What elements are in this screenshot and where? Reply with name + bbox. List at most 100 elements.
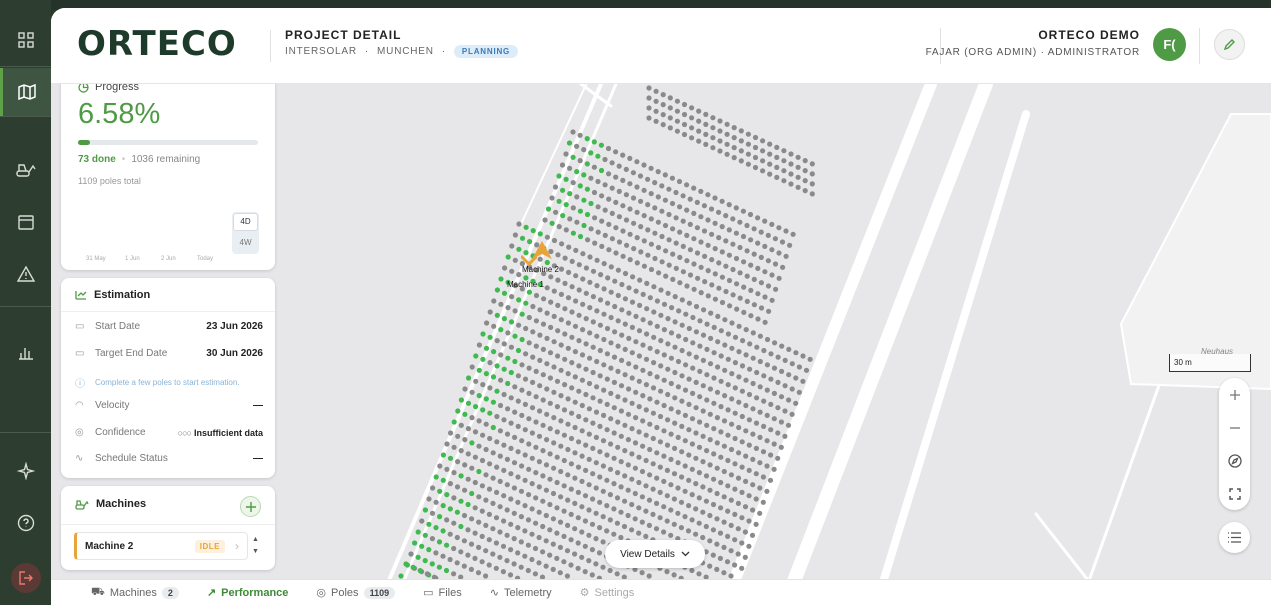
tab-performance[interactable]: ↗ Performance xyxy=(207,586,288,600)
avatar[interactable]: F( xyxy=(1153,28,1186,61)
pole-marker xyxy=(530,379,536,385)
pole-marker xyxy=(718,479,724,486)
pole-marker xyxy=(707,462,713,468)
scroll-down-icon[interactable]: ▼ xyxy=(252,546,259,558)
pole-marker xyxy=(537,357,543,363)
pole-marker xyxy=(675,384,682,390)
pole-marker xyxy=(615,394,621,400)
scroll-up-icon[interactable]: ▲ xyxy=(252,534,259,546)
grid-icon[interactable] xyxy=(0,16,51,64)
pole-marker xyxy=(508,445,514,451)
compass-button[interactable] xyxy=(1219,444,1250,477)
pole-marker xyxy=(573,273,579,279)
pole-marker xyxy=(601,362,607,368)
pole-marker xyxy=(729,371,735,377)
pole-marker xyxy=(755,240,761,246)
pole-marker xyxy=(648,216,654,222)
pole-marker xyxy=(714,415,721,421)
zoom-in-button[interactable] xyxy=(1219,378,1250,411)
tab-telemetry[interactable]: ∿ Telemetry xyxy=(490,586,552,600)
pole-marker xyxy=(558,468,564,475)
list-button[interactable] xyxy=(1219,522,1250,553)
pole-marker xyxy=(568,511,574,517)
expand-icon xyxy=(1228,487,1241,500)
pole-marker xyxy=(655,194,661,200)
pole-marker xyxy=(576,363,582,369)
fit-bounds-button[interactable] xyxy=(1219,477,1250,510)
pole-marker xyxy=(540,448,546,454)
pole-marker xyxy=(788,151,794,157)
tab-files[interactable]: ▭ Files xyxy=(423,586,462,600)
pole-marker xyxy=(639,494,646,500)
pole-marker xyxy=(765,258,772,264)
pole-marker xyxy=(526,441,532,447)
brand-logo: ORTECO xyxy=(77,24,237,64)
pole-marker xyxy=(602,182,608,188)
pole-marker xyxy=(604,325,611,332)
pole-marker xyxy=(512,434,518,440)
pole-marker xyxy=(667,115,673,121)
pole-marker xyxy=(670,226,676,232)
pole-marker xyxy=(540,523,546,530)
excavator-icon[interactable] xyxy=(0,146,51,194)
pole-marker xyxy=(689,125,695,131)
pole-marker xyxy=(668,482,674,488)
sparkle-icon[interactable] xyxy=(0,447,51,495)
pole-marker xyxy=(540,321,547,327)
edit-button[interactable] xyxy=(1214,29,1245,60)
range-4d-button[interactable]: 4D xyxy=(233,213,258,231)
pole-marker xyxy=(522,503,528,509)
tab-poles[interactable]: ◎ Poles 1109 xyxy=(316,586,396,599)
pole-marker xyxy=(676,308,682,314)
pole-marker xyxy=(611,354,618,360)
pole-marker xyxy=(721,570,727,576)
pole-marker xyxy=(551,440,557,446)
pole-marker xyxy=(654,323,660,329)
pole-marker xyxy=(732,360,739,366)
tab-settings[interactable]: ⚙ Settings xyxy=(580,586,635,600)
pole-marker xyxy=(554,505,560,511)
pole-marker xyxy=(690,365,696,371)
machine-list-item[interactable]: Machine 2 IDLE › xyxy=(74,532,248,560)
pole-marker xyxy=(772,261,779,267)
pole-marker xyxy=(508,395,514,401)
pole-marker xyxy=(609,210,615,216)
calendar-icon[interactable] xyxy=(0,198,51,246)
pole-marker xyxy=(689,115,695,121)
pole-marker xyxy=(518,488,525,494)
pole-marker xyxy=(604,427,610,433)
bar-chart-icon[interactable] xyxy=(0,328,51,376)
pole-marker xyxy=(643,457,649,464)
range-4w-button[interactable]: 4W xyxy=(233,234,258,252)
pole-marker xyxy=(786,397,792,403)
pole-marker xyxy=(764,412,770,418)
warning-icon[interactable] xyxy=(0,250,51,298)
pole-marker xyxy=(658,338,664,344)
help-icon[interactable] xyxy=(0,499,51,547)
pole-marker xyxy=(494,287,500,293)
logout-icon[interactable] xyxy=(10,563,41,593)
pole-marker xyxy=(767,151,773,157)
pole-marker xyxy=(661,352,667,358)
folder-icon: ▭ xyxy=(423,587,434,599)
pole-marker xyxy=(675,460,681,466)
pole-marker xyxy=(436,539,443,545)
view-details-button[interactable]: View Details xyxy=(605,540,705,568)
pole-marker xyxy=(641,162,647,168)
pole-marker xyxy=(662,222,669,229)
pole-marker xyxy=(691,286,697,292)
pole-marker xyxy=(748,313,754,319)
zoom-out-button[interactable] xyxy=(1219,411,1250,444)
tab-machines[interactable]: ⛟ Machines 2 xyxy=(91,586,179,600)
map-icon[interactable] xyxy=(0,68,51,116)
pole-marker xyxy=(693,303,700,310)
pole-marker xyxy=(444,466,450,472)
pole-marker xyxy=(494,388,500,394)
pole-marker xyxy=(714,389,721,395)
add-machine-button[interactable] xyxy=(240,496,261,517)
pole-marker xyxy=(793,375,799,381)
pole-marker xyxy=(727,303,733,309)
pole-marker xyxy=(502,265,508,271)
pole-marker xyxy=(764,336,771,343)
scroll-stepper[interactable]: ▲ ▼ xyxy=(252,534,259,558)
